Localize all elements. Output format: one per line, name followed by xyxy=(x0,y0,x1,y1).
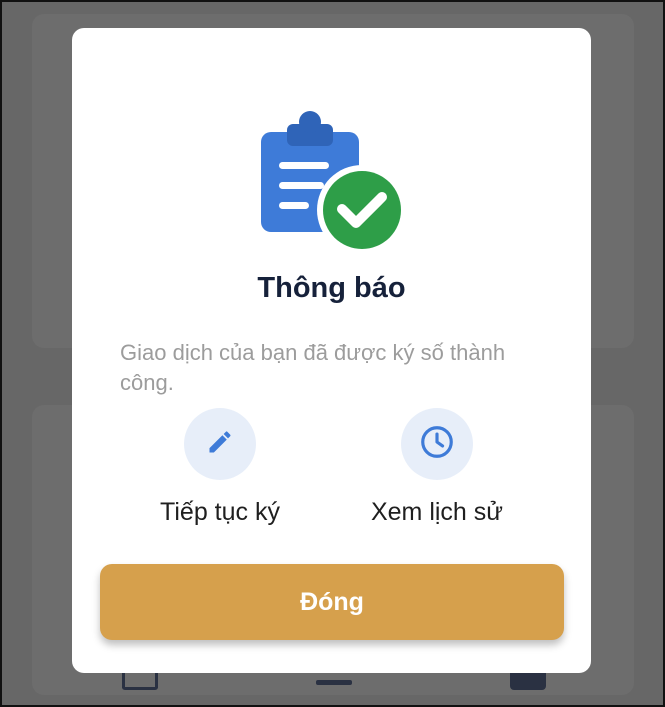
clock-icon xyxy=(418,423,456,466)
action-circle[interactable] xyxy=(401,408,473,480)
view-history-label: Xem lịch sử xyxy=(370,498,504,526)
notification-dialog: Thông báo Giao dịch của bạn đã được ký s… xyxy=(72,28,591,673)
close-button[interactable]: Đóng xyxy=(100,564,564,640)
clipboard-check-icon xyxy=(259,110,407,255)
dialog-message: Giao dịch của bạn đã được ký số thành cô… xyxy=(120,340,506,395)
continue-signing-label: Tiếp tục ký xyxy=(160,498,280,526)
background-tab-icon xyxy=(316,680,352,685)
pencil-icon xyxy=(206,428,234,461)
view-history-button[interactable]: Xem lịch sử xyxy=(347,408,527,527)
dialog-title: Thông báo xyxy=(257,272,406,304)
continue-signing-button[interactable]: Tiếp tục ký xyxy=(130,408,310,527)
action-circle[interactable] xyxy=(184,408,256,480)
